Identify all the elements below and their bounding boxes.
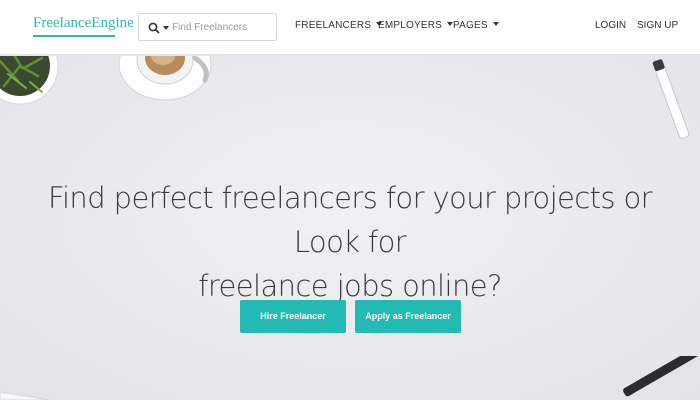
chevron-down-icon[interactable] — [163, 26, 169, 30]
nav-pages[interactable]: PAGES — [453, 20, 499, 31]
chevron-down-icon — [492, 22, 499, 26]
nav-employers-label: EMPLOYERS — [378, 20, 443, 31]
coffee-cup-image — [118, 56, 212, 101]
login-link[interactable]: LOGIN — [595, 20, 626, 31]
search-input[interactable] — [172, 18, 272, 36]
nav-freelancers-label: FREELANCERS — [295, 20, 372, 31]
logo-underline — [33, 35, 115, 37]
nav-employers[interactable]: EMPLOYERS — [378, 20, 454, 31]
search-box[interactable] — [138, 13, 277, 41]
signup-link[interactable]: SIGN UP — [637, 20, 678, 31]
top-header: FreelanceEngine FREELANCERS EMPLOYERS PA… — [0, 0, 700, 55]
nav-freelancers[interactable]: FREELANCERS — [295, 20, 383, 31]
search-icon[interactable] — [147, 21, 161, 35]
plant-image — [0, 56, 59, 105]
marker-image — [623, 356, 700, 397]
hero-headline-line1: Find perfect freelancers for your projec… — [48, 181, 653, 259]
logo[interactable]: FreelanceEngine — [33, 15, 134, 32]
apply-as-freelancer-button[interactable]: Apply as Freelancer — [355, 300, 461, 333]
nav-pages-label: PAGES — [453, 20, 488, 31]
hero-headline: Find perfect freelancers for your projec… — [20, 176, 680, 308]
pen-image — [652, 59, 690, 139]
hero-headline-line2: freelance jobs online? — [198, 269, 502, 303]
paper-image — [0, 391, 51, 400]
hero-section: Find perfect freelancers for your projec… — [0, 56, 700, 400]
hire-freelancer-button[interactable]: Hire Freelancer — [240, 300, 346, 333]
